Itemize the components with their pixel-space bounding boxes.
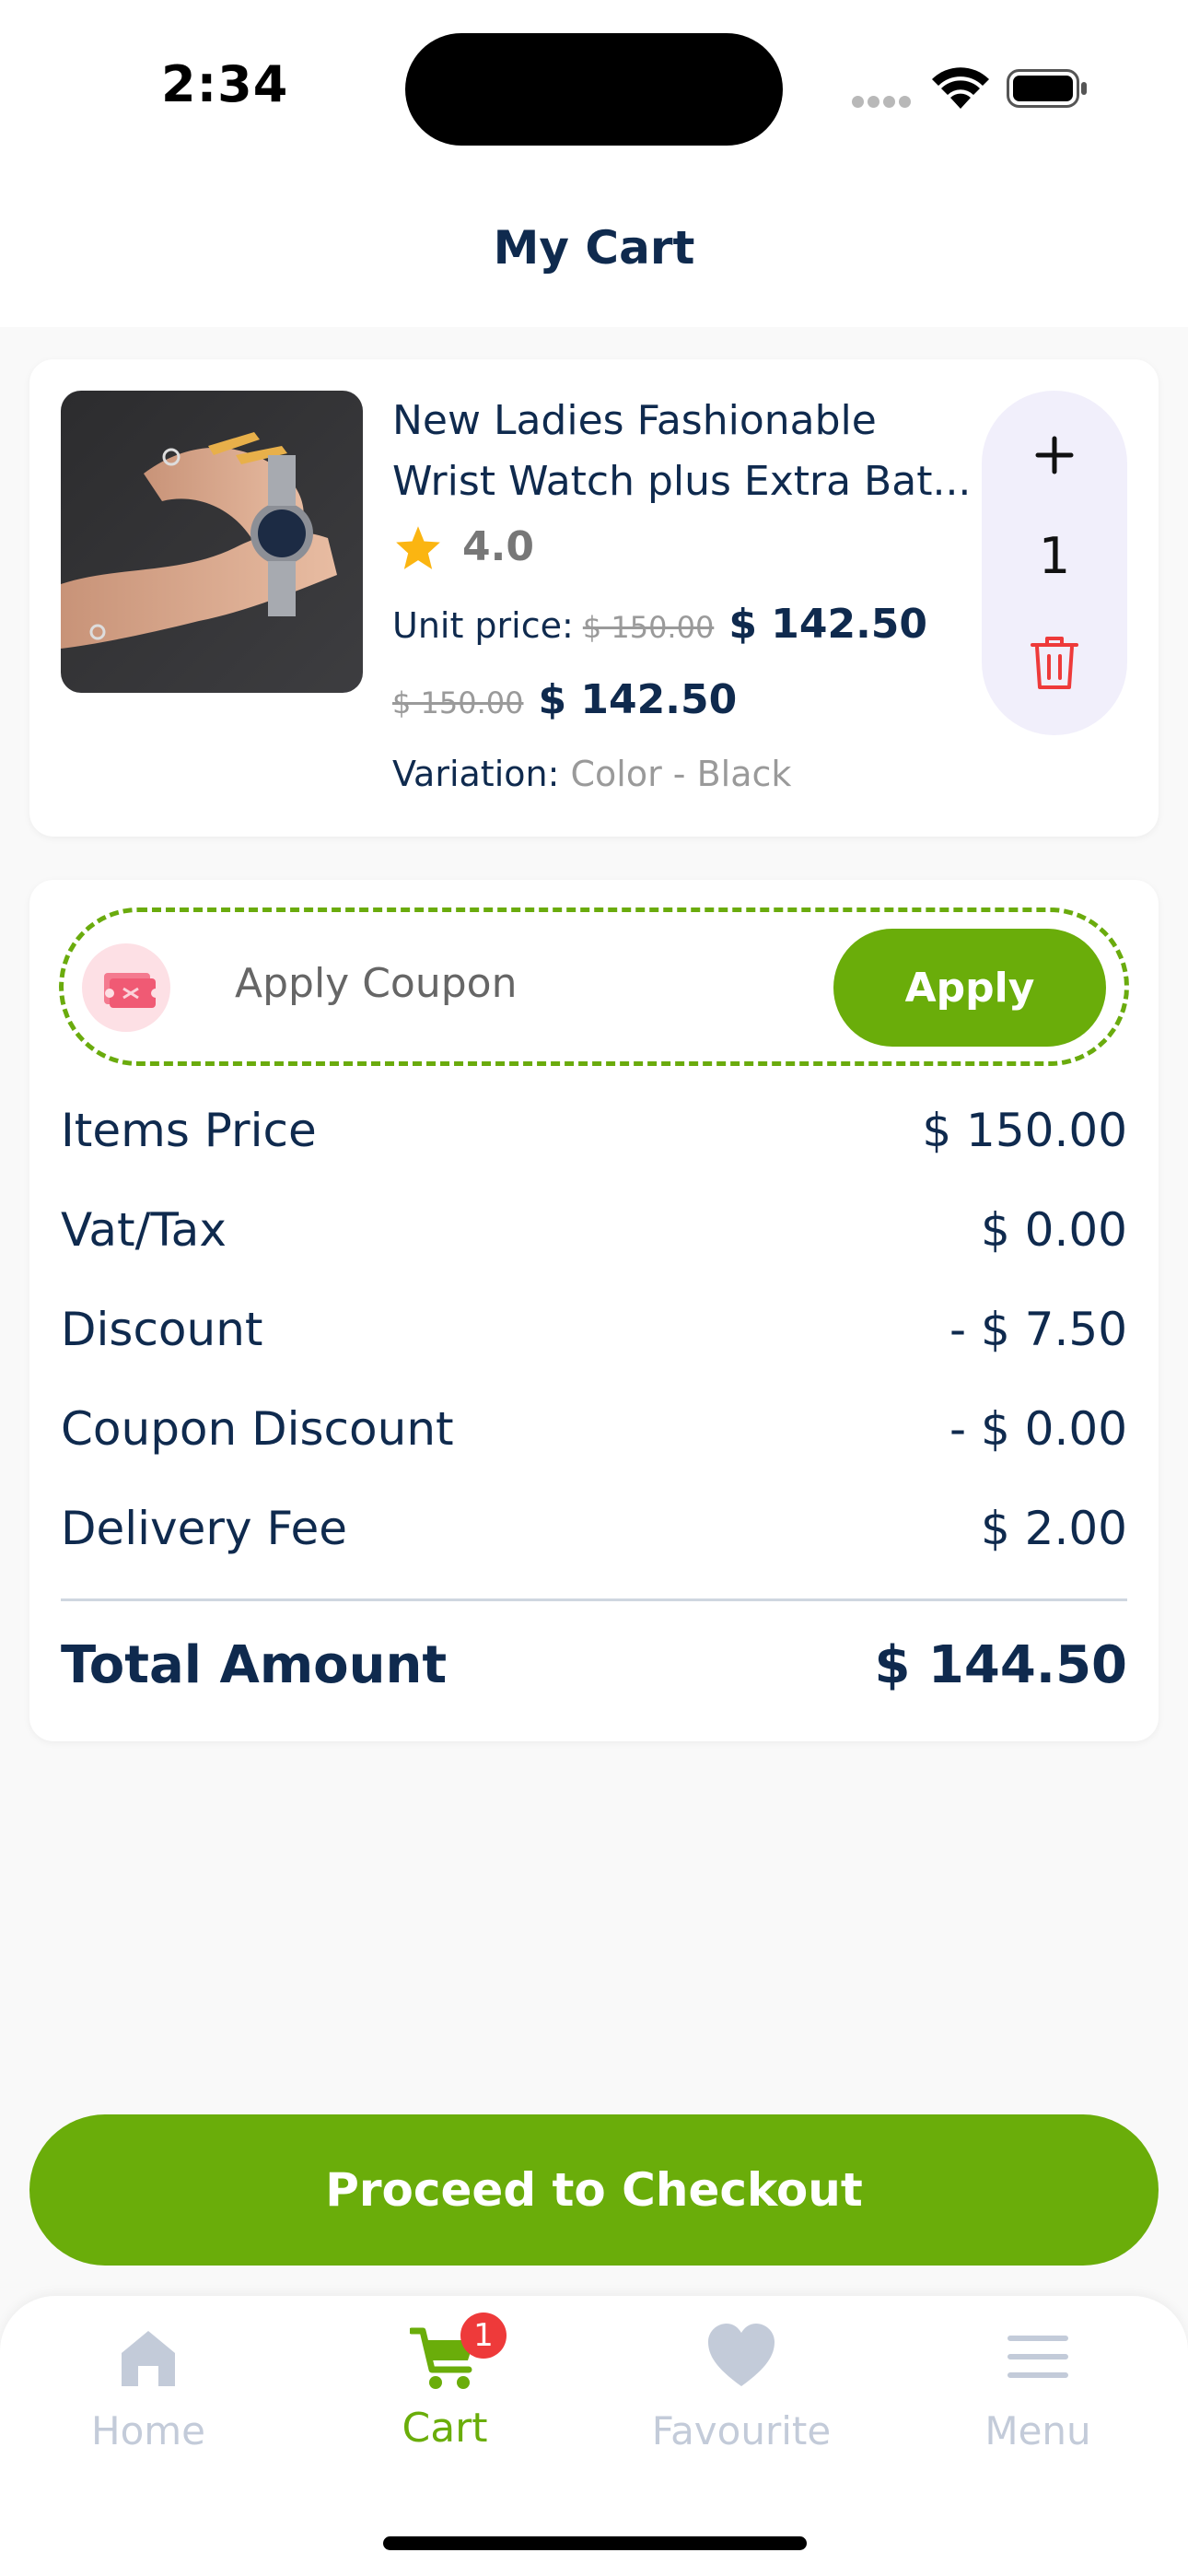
- dynamic-island: [405, 33, 783, 146]
- summary-row-vat-tax: Vat/Tax $ 0.00: [61, 1203, 1127, 1257]
- cart-count-badge: 1: [460, 2313, 507, 2359]
- summary-label: Delivery Fee: [61, 1502, 347, 1555]
- nav-item-home[interactable]: Home: [0, 2320, 297, 2453]
- total-amount-label: Total Amount: [61, 1635, 448, 1695]
- item-total-price: $ 142.50: [538, 676, 738, 723]
- summary-label: Discount: [61, 1303, 263, 1356]
- summary-value: $ 150.00: [922, 1104, 1127, 1157]
- variation-label: Variation:: [392, 754, 560, 794]
- summary-value: - $ 7.50: [949, 1303, 1127, 1356]
- coupon-input[interactable]: Apply Coupon: [235, 960, 517, 1007]
- apply-coupon-button[interactable]: Apply: [833, 929, 1106, 1047]
- order-summary-card: Apply Coupon Apply Items Price $ 150.00 …: [29, 880, 1159, 1741]
- product-image[interactable]: [61, 391, 363, 693]
- nav-label-cart: Cart: [402, 2405, 488, 2452]
- item-total-row: $ 150.00 $ 142.50: [392, 676, 737, 723]
- wifi-icon: [932, 67, 989, 109]
- proceed-to-checkout-button[interactable]: Proceed to Checkout: [29, 2114, 1159, 2266]
- summary-label: Coupon Discount: [61, 1402, 454, 1456]
- unit-original-price: $ 150.00: [582, 610, 715, 645]
- delete-item-icon[interactable]: [1027, 632, 1082, 693]
- summary-value: - $ 0.00: [949, 1402, 1127, 1456]
- nav-item-cart[interactable]: Cart: [297, 2320, 593, 2452]
- unit-price-row: Unit price: $ 150.00 $ 142.50: [392, 601, 927, 648]
- bottom-navigation: Home Cart Favourite Menu: [0, 2296, 1188, 2576]
- summary-value: $ 0.00: [980, 1203, 1127, 1257]
- product-name[interactable]: New Ladies Fashionable Wrist Watch plus …: [392, 391, 1000, 512]
- summary-row-coupon-discount: Coupon Discount - $ 0.00: [61, 1402, 1127, 1456]
- product-rating: 4.0: [394, 523, 534, 570]
- heart-icon: [708, 2324, 775, 2386]
- status-bar: 2:34: [0, 0, 1188, 175]
- summary-label: Items Price: [61, 1104, 317, 1157]
- summary-row-items-price: Items Price $ 150.00: [61, 1104, 1127, 1157]
- rating-value: 4.0: [462, 523, 534, 570]
- increase-quantity-icon[interactable]: [1025, 426, 1084, 485]
- star-icon: [396, 525, 440, 569]
- variation-value: Color - Black: [570, 754, 792, 794]
- summary-divider: [61, 1598, 1127, 1601]
- summary-value: $ 2.00: [980, 1502, 1127, 1555]
- product-name-line2: Wrist Watch plus Extra Bat...: [392, 458, 972, 505]
- coupon-field[interactable]: Apply Coupon Apply: [59, 907, 1129, 1066]
- quantity-value: 1: [1038, 527, 1071, 585]
- coupon-icon: [82, 943, 170, 1032]
- cart-item-card[interactable]: New Ladies Fashionable Wrist Watch plus …: [29, 359, 1159, 837]
- total-amount-row: Total Amount $ 144.50: [61, 1635, 1127, 1695]
- unit-price-label: Unit price:: [392, 605, 574, 646]
- nav-label-favourite: Favourite: [651, 2408, 832, 2453]
- summary-row-discount: Discount - $ 7.50: [61, 1303, 1127, 1356]
- nav-item-menu[interactable]: Menu: [890, 2320, 1186, 2453]
- unit-price: $ 142.50: [728, 601, 928, 648]
- home-indicator: [383, 2536, 807, 2550]
- home-icon: [122, 2331, 175, 2386]
- menu-icon: [1007, 2336, 1068, 2378]
- quantity-stepper: 1: [982, 391, 1127, 735]
- nav-label-menu: Menu: [984, 2408, 1091, 2453]
- status-time: 2:34: [161, 55, 289, 113]
- cellular-signal-icon: [852, 96, 913, 109]
- total-amount-value: $ 144.50: [874, 1635, 1127, 1695]
- summary-label: Vat/Tax: [61, 1203, 227, 1257]
- battery-icon: [1007, 69, 1087, 108]
- product-name-line1: New Ladies Fashionable: [392, 397, 877, 444]
- item-total-original: $ 150.00: [392, 685, 524, 720]
- nav-label-home: Home: [90, 2408, 206, 2453]
- nav-item-favourite[interactable]: Favourite: [593, 2320, 890, 2453]
- summary-row-delivery-fee: Delivery Fee $ 2.00: [61, 1502, 1127, 1555]
- product-variation: Variation: Color - Black: [392, 754, 791, 794]
- page-title: My Cart: [493, 221, 695, 275]
